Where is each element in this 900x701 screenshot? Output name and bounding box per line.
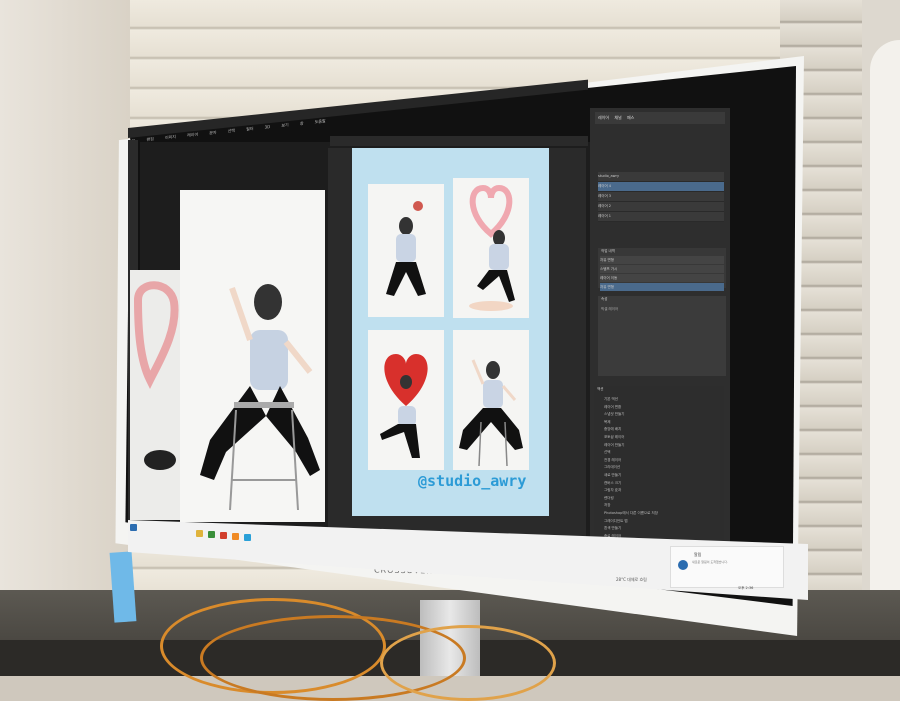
photo-frame (453, 330, 529, 470)
layers-panel-tabs[interactable]: 레이어 채널 패스 (595, 112, 725, 124)
action-row[interactable]: Photoshop에서 다른 이름으로 저장 (604, 510, 716, 517)
menu-item[interactable]: 이미지 (165, 134, 176, 141)
layer-row[interactable]: 레이어 4 (598, 182, 724, 192)
action-row[interactable]: 기본 액션 (604, 396, 716, 403)
photo-strip-poster (352, 148, 549, 516)
document-canvas (180, 190, 325, 522)
photo-pose-red-heart (380, 354, 428, 458)
tab-paths[interactable]: 패스 (627, 115, 634, 120)
photo-pose-stool (459, 359, 523, 467)
menu-item[interactable]: 도움말 (315, 118, 326, 125)
history-row[interactable]: 스탬프 가시 (600, 265, 724, 273)
browser-icon[interactable] (220, 532, 227, 539)
layer-row[interactable]: studio_awry (598, 172, 724, 182)
layer-row[interactable]: 레이어 1 (598, 212, 724, 222)
app-icon[interactable] (208, 531, 215, 538)
tab-layers[interactable]: 레이어 (598, 115, 609, 120)
history-title: 작업 내역 (601, 249, 615, 253)
action-row[interactable]: 레이어 만들기 (604, 442, 716, 449)
history-row[interactable]: 자유 변형 (600, 256, 724, 264)
notification-text: 새로운 알림이 도착했습니다. (692, 560, 728, 564)
orange-cable (380, 625, 556, 701)
action-row[interactable]: 포토샵 레이어 (604, 434, 716, 441)
layer-row[interactable]: 레이어 2 (598, 202, 724, 212)
document-tab[interactable] (330, 136, 588, 146)
action-row[interactable]: 레이어 변환 (604, 404, 716, 411)
menu-item[interactable]: 보기 (281, 122, 288, 129)
action-row[interactable]: 스냅샷 만들기 (604, 411, 716, 418)
photoshop-icon[interactable] (244, 534, 251, 541)
arched-doorway (870, 40, 900, 600)
poster-handle-text: @studio_awry (418, 472, 527, 490)
action-row[interactable]: 그라데이션 (604, 464, 716, 471)
action-row[interactable]: 전경 레이어 (604, 457, 716, 464)
tab-channels[interactable]: 채널 (614, 115, 621, 120)
action-row[interactable]: 저장 (604, 502, 716, 509)
action-row[interactable]: 그레이디언트 맵 (604, 518, 716, 525)
action-row[interactable]: 그림자 효과 (604, 487, 716, 494)
action-row[interactable]: 중앙에 배치 (604, 426, 716, 433)
start-icon[interactable] (130, 524, 137, 531)
menu-item[interactable]: 3D (265, 124, 271, 130)
photo-frame (368, 184, 444, 317)
menu-item[interactable]: 창 (300, 121, 304, 127)
menu-item[interactable]: 레이어 (187, 132, 198, 139)
photo-pose-pink-heart (469, 184, 515, 311)
document-canvas-partial (130, 270, 182, 520)
photo-pose-bouquet (386, 201, 426, 296)
action-row[interactable]: 선택 (604, 449, 716, 456)
properties-panel: 속성 픽셀 레이어 (598, 296, 726, 376)
action-row[interactable]: 캔버스 크기 (604, 480, 716, 487)
menu-item[interactable]: 문자 (209, 130, 216, 137)
explorer-icon[interactable] (196, 530, 203, 537)
weather-widget[interactable]: 28°C 대체로 흐림 (616, 577, 647, 583)
taskbar-clock[interactable]: 오후 2:36 (738, 586, 753, 591)
properties-title: 속성 (601, 297, 608, 301)
properties-value: 픽셀 레이어 (601, 307, 619, 311)
photo-frame (453, 178, 529, 318)
actions-title: 액션 (597, 387, 604, 391)
action-row[interactable]: 렌더링 (604, 495, 716, 502)
action-row[interactable]: 새로 만들기 (604, 472, 716, 479)
photo-frame (368, 330, 444, 470)
layer-row[interactable]: 레이어 3 (598, 192, 724, 202)
history-row[interactable]: 레이어 이동 (600, 274, 724, 282)
action-row[interactable]: 흰색 만들기 (604, 525, 716, 532)
history-row[interactable]: 자유 변형 (600, 283, 724, 291)
notification-icon (678, 560, 688, 570)
action-row[interactable]: 복제 (604, 419, 716, 426)
photo-woman-on-stool (200, 284, 320, 511)
menu-item[interactable]: 필터 (246, 126, 253, 133)
photo-heart-balloon-partial (133, 281, 179, 470)
notification-title: 알림 (694, 552, 702, 557)
app-icon[interactable] (232, 533, 239, 540)
menu-item[interactable]: 선택 (228, 128, 235, 135)
